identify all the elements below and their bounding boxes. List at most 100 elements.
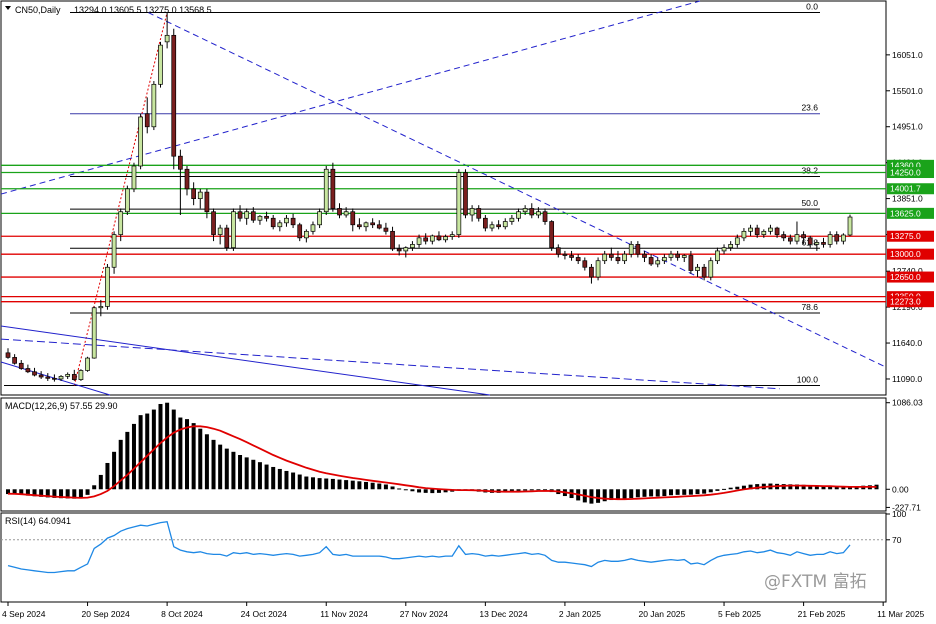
candle-body-down <box>18 362 24 369</box>
level-price-tag-label: 13000.0 <box>890 249 921 259</box>
macd-histogram-bar <box>78 489 83 498</box>
candle-body-up <box>304 230 309 239</box>
macd-histogram-bar <box>688 489 693 495</box>
candle-body-up <box>847 216 853 236</box>
candle-body-down <box>250 211 256 221</box>
candle-body-up <box>449 234 455 237</box>
candle-body-up <box>118 211 124 235</box>
candle-body-up <box>91 307 97 359</box>
time-tick-label: 20 Sep 2024 <box>82 609 130 619</box>
candle-body-up <box>158 44 163 85</box>
level-price-tag-label: 14001.7 <box>890 184 921 194</box>
time-tick-label: 13 Dec 2024 <box>479 609 527 619</box>
watermark-fxtm: @FXTM 富拓 <box>764 572 867 592</box>
candle-body-down <box>575 257 581 262</box>
candle-body-down <box>330 168 336 209</box>
candle-body-up <box>715 250 720 262</box>
candle-body-up <box>814 242 820 245</box>
candle-body-down <box>171 34 177 157</box>
candle-body-down <box>184 168 190 190</box>
rsi-tick-label: 100 <box>892 509 906 519</box>
candle-body-up <box>655 260 661 265</box>
macd-histogram-bar <box>171 409 176 490</box>
candle-body-down <box>211 211 216 235</box>
candle-body-up <box>310 224 316 232</box>
candle-body-up <box>761 230 767 235</box>
macd-histogram-bar <box>529 489 534 491</box>
candle-body-down <box>25 368 31 373</box>
candle-body-up <box>323 168 329 213</box>
candle-body-down <box>542 211 548 222</box>
candle-body-up <box>469 208 475 216</box>
candle-body-down <box>549 221 555 249</box>
time-tick-label: 21 Feb 2025 <box>798 609 846 619</box>
candle-body-up <box>131 165 137 190</box>
candle-body-up <box>124 188 130 213</box>
candle-body-down <box>529 208 535 216</box>
candle-body-down <box>370 222 375 226</box>
rsi-tick-label: 70 <box>892 535 902 545</box>
macd-tick-label: 0.00 <box>892 484 909 494</box>
macd-histogram-bar <box>112 451 117 490</box>
candle-body-down <box>396 248 402 252</box>
candle-body-down <box>270 217 276 228</box>
macd-histogram-bar <box>98 474 103 490</box>
macd-histogram-bar <box>344 480 349 490</box>
candle-body-up <box>509 217 515 222</box>
macd-histogram-bar <box>158 403 163 490</box>
macd-histogram-bar <box>596 489 601 503</box>
macd-histogram-bar <box>649 489 654 497</box>
macd-histogram-bar <box>211 439 216 490</box>
candle-body-up <box>410 244 415 249</box>
macd-histogram-bar <box>277 468 282 490</box>
macd-histogram-bar <box>244 457 249 490</box>
candle-body-down <box>357 224 362 228</box>
candle-body-down <box>787 237 793 242</box>
candle-body-down <box>32 371 37 376</box>
fib-label: 50.0 <box>801 198 818 208</box>
macd-histogram-bar <box>377 483 382 490</box>
macd-histogram-bar <box>238 455 243 490</box>
macd-histogram-bar <box>516 489 521 491</box>
candle-body-down <box>807 237 813 245</box>
candle-body-up <box>164 34 170 43</box>
macd-histogram-bar <box>655 489 660 497</box>
macd-histogram-bar <box>304 476 309 490</box>
fib-label: 78.6 <box>801 302 818 312</box>
candle-body-down <box>555 247 561 255</box>
macd-histogram-bar <box>662 489 667 497</box>
candle-body-down <box>483 217 488 229</box>
candle-body-down <box>376 224 382 229</box>
macd-histogram-bar <box>198 428 203 490</box>
price-tick-label: 13851.0 <box>892 194 923 204</box>
level-price-tag-label: 12273.0 <box>890 297 921 307</box>
candle-body-down <box>615 257 621 262</box>
candle-body-up <box>284 217 289 224</box>
candle-body-up <box>231 211 236 249</box>
candle-body-up <box>429 235 435 242</box>
candle-body-down <box>144 113 150 128</box>
macd-histogram-bar <box>390 486 395 490</box>
macd-histogram-bar <box>337 479 342 490</box>
candle-body-down <box>648 257 654 265</box>
candle-body-down <box>178 155 183 170</box>
candle-body-down <box>297 224 303 239</box>
macd-histogram-bar <box>231 451 236 490</box>
candle-body-down <box>476 208 482 219</box>
candle-body-down <box>688 255 694 271</box>
candle-body-up <box>768 227 773 232</box>
candle-body-up <box>695 266 700 271</box>
macd-histogram-bar <box>364 481 369 490</box>
candle-body-down <box>12 357 17 364</box>
symbol-timeframe: CN50,Daily <box>15 5 61 15</box>
price-tick-label: 11090.0 <box>892 374 922 384</box>
macd-histogram-bar <box>383 484 388 490</box>
macd-histogram-bar <box>257 462 262 490</box>
candle-body-up <box>456 172 462 235</box>
macd-histogram-bar <box>264 464 269 490</box>
macd-histogram-bar <box>722 488 727 490</box>
macd-histogram-bar <box>185 419 190 490</box>
candle-body-up <box>138 116 143 167</box>
macd-histogram-bar <box>138 415 143 490</box>
time-tick-label: 24 Oct 2024 <box>241 609 288 619</box>
